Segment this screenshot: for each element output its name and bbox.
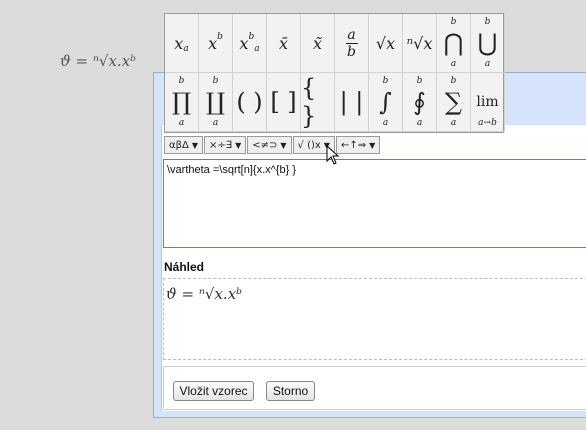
relations-dropdown[interactable]: <≠⊃ ▼ [247, 136, 292, 154]
greek-dropdown[interactable]: αβΔ ▼ [164, 136, 203, 154]
palette-symbol: [ ] [270, 88, 297, 116]
palette-symbol: x [174, 33, 184, 53]
palette-symbol: x [208, 33, 218, 53]
operators-dropdown[interactable]: ×÷∃ ▼ [203, 136, 247, 154]
palette-big-cup-button[interactable]: ⋃ b a [471, 14, 505, 73]
palette-fraction-button[interactable]: ab [335, 14, 369, 73]
palette-lower-limit: a [416, 118, 423, 128]
palette-product-button[interactable]: ∏ b a [165, 73, 199, 132]
chevron-down-icon: ▼ [280, 140, 287, 150]
palette-brackets-button[interactable]: [ ] [267, 73, 301, 132]
palette-nth-root-button[interactable]: ⁿ√x [403, 14, 437, 73]
palette-symbol: ∫ [379, 88, 392, 116]
arrows-dropdown[interactable]: ←↑⇒ ▼ [335, 136, 381, 154]
document-formula: ϑ = ⁿ√x.xᵇ [60, 52, 136, 70]
palette-parentheses-button[interactable]: ( ) [233, 73, 267, 132]
symbol-toolbar: αβΔ ▼ ×÷∃ ▼ <≠⊃ ▼ √ ()x ▼ ←↑⇒ ▼ [164, 136, 381, 154]
palette-symbol: ⁿ√x [406, 33, 433, 53]
palette-tilde-button[interactable]: x̃ [301, 14, 335, 73]
palette-symbol: x̃ [312, 33, 323, 53]
palette-symbol: ⋃ [477, 29, 498, 57]
latex-editor-value: \vartheta =\sqrt[n]{x.x^{b} } [167, 164, 296, 176]
cancel-button[interactable]: Storno [266, 381, 315, 401]
palette-symbol: lim [476, 94, 499, 110]
palette-symbol: ∏ [171, 88, 192, 116]
palette-symbol: | | [339, 88, 364, 116]
chevron-down-icon: ▼ [235, 140, 242, 150]
symbol-palette: x a x b x b a x̄ x̃ a b √x ⁿ√x ⋂ b a ⋃ b a ∏ b a ∐ b a( )[ ]{ } |… [164, 13, 505, 133]
button-bar: Vložit vzorec Storno [163, 366, 586, 410]
palette-sum-button[interactable]: ∑ b a [437, 73, 471, 132]
document-formula-text: ϑ = ⁿ√x.xᵇ [60, 52, 137, 70]
palette-sup-sub-button[interactable]: xba [233, 14, 267, 73]
chevron-down-icon: ▼ [191, 140, 198, 150]
preview-label: Náhled [164, 260, 205, 274]
relations-dropdown-label: <≠⊃ [252, 139, 278, 151]
palette-upper-limit: b [178, 76, 185, 86]
palette-lower-limit: a [254, 44, 260, 54]
greek-dropdown-label: αβΔ [169, 139, 189, 151]
chevron-down-icon: ▼ [369, 140, 376, 150]
operators-dropdown-label: ×÷∃ [208, 139, 233, 151]
palette-lower-limit: a [450, 118, 457, 128]
palette-big-cap-button[interactable]: ⋂ b a [437, 14, 471, 73]
palette-upper-limit: b [382, 76, 389, 86]
palette-bar-button[interactable]: x̄ [267, 14, 301, 73]
palette-symbol: x [239, 33, 249, 53]
palette-lower-limit: a [382, 118, 389, 128]
arrows-dropdown-label: ←↑⇒ [340, 139, 367, 151]
latex-editor[interactable]: \vartheta =\sqrt[n]{x.x^{b} } [163, 159, 586, 248]
palette-lower-limit: a [484, 59, 491, 69]
palette-upper-limit: b [248, 32, 255, 42]
palette-upper-limit: b [450, 17, 457, 27]
palette-braces-button[interactable]: { } [301, 73, 335, 132]
palette-lower-limit: a→b [478, 118, 497, 128]
palette-symbol: ⋂ [443, 29, 464, 57]
palette-upper-limit: b [416, 76, 423, 86]
fraction-numerator: a [347, 26, 356, 43]
palette-subscript-button[interactable]: xa [165, 14, 199, 73]
preview-pane: ϑ = ⁿ√x.xᵇ [163, 278, 586, 360]
palette-coproduct-button[interactable]: ∐ b a [199, 73, 233, 132]
palette-abs-button[interactable]: | | [335, 73, 369, 132]
palette-symbol: ( ) [236, 88, 263, 116]
palette-integral-button[interactable]: ∫ b a [369, 73, 403, 132]
palette-symbol: ∐ [205, 88, 226, 116]
fraction-denominator: b [347, 43, 356, 60]
palette-lower-limit: a [450, 59, 457, 69]
palette-sqrt-button[interactable]: √x [369, 14, 403, 73]
palette-superscript-button[interactable]: xb [199, 14, 233, 73]
palette-upper-limit: b [484, 17, 491, 27]
mouse-cursor-icon [326, 145, 340, 165]
palette-symbol: ∑ [444, 88, 463, 116]
preview-formula: ϑ = ⁿ√x.xᵇ [166, 285, 243, 303]
palette-upper-limit: b [212, 76, 219, 86]
structures-dropdown-label: √ ()x [297, 139, 321, 151]
insert-formula-button[interactable]: Vložit vzorec [173, 381, 254, 401]
palette-limit-button[interactable]: lim a→b [471, 73, 505, 132]
palette-lower-limit: a [212, 118, 219, 128]
palette-symbol: { } [301, 74, 317, 130]
palette-symbol: √x [375, 33, 396, 53]
palette-contour-integral-button[interactable]: ∮ b a [403, 73, 437, 132]
palette-symbol: x̄ [278, 33, 289, 53]
palette-upper-limit: b [217, 32, 223, 42]
palette-lower-limit: a [178, 118, 185, 128]
palette-symbol: ∮ [413, 88, 426, 116]
palette-lower-limit: a [183, 44, 189, 54]
palette-upper-limit: b [450, 76, 457, 86]
